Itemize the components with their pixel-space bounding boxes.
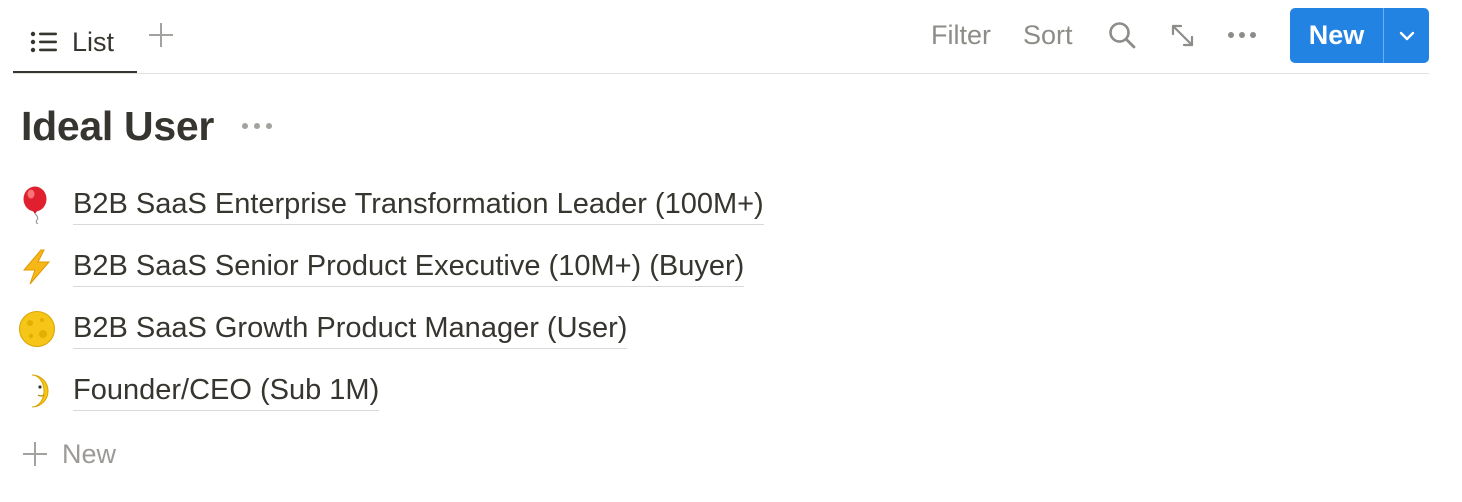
search-icon[interactable] [1107,20,1137,50]
list-item[interactable]: Founder/CEO (Sub 1M) [18,366,380,416]
list-item[interactable]: B2B SaaS Senior Product Executive (10M+)… [18,242,745,292]
add-view-plus-icon[interactable] [146,20,176,50]
list-item-title: B2B SaaS Growth Product Manager (User) [73,309,628,349]
toolbar-divider [13,73,1429,74]
new-button[interactable]: New [1290,8,1383,63]
list-item-title: B2B SaaS Enterprise Transformation Leade… [73,185,764,225]
lightning-icon [22,249,51,285]
database-more-icon[interactable] [240,121,274,131]
full-moon-icon [19,311,55,347]
new-dropdown-button[interactable] [1384,8,1429,63]
database-title-row: Ideal User [21,100,274,152]
tab-list-view[interactable]: List [13,10,137,74]
crescent-moon-icon [31,374,49,408]
filter-button[interactable]: Filter [931,18,991,52]
tab-list-label: List [72,26,115,57]
add-new-row-label: New [62,438,117,469]
list-item-title: Founder/CEO (Sub 1M) [73,371,380,411]
add-new-row-button[interactable]: New [21,434,116,474]
plus-icon [23,442,47,466]
balloon-icon [23,186,47,224]
list-item-title: B2B SaaS Senior Product Executive (10M+)… [73,247,745,287]
expand-icon[interactable] [1169,22,1196,49]
chevron-down-icon [1399,31,1414,40]
list-item[interactable]: B2B SaaS Growth Product Manager (User) [18,304,628,354]
database-toolbar: List Filter Sort New [0,0,1462,74]
database-title[interactable]: Ideal User [21,103,214,150]
list-icon [30,31,57,53]
more-horizontal-icon[interactable] [1227,30,1257,40]
list-item[interactable]: B2B SaaS Enterprise Transformation Leade… [18,180,764,230]
sort-button[interactable]: Sort [1023,18,1073,52]
new-button-group: New [1290,8,1429,63]
